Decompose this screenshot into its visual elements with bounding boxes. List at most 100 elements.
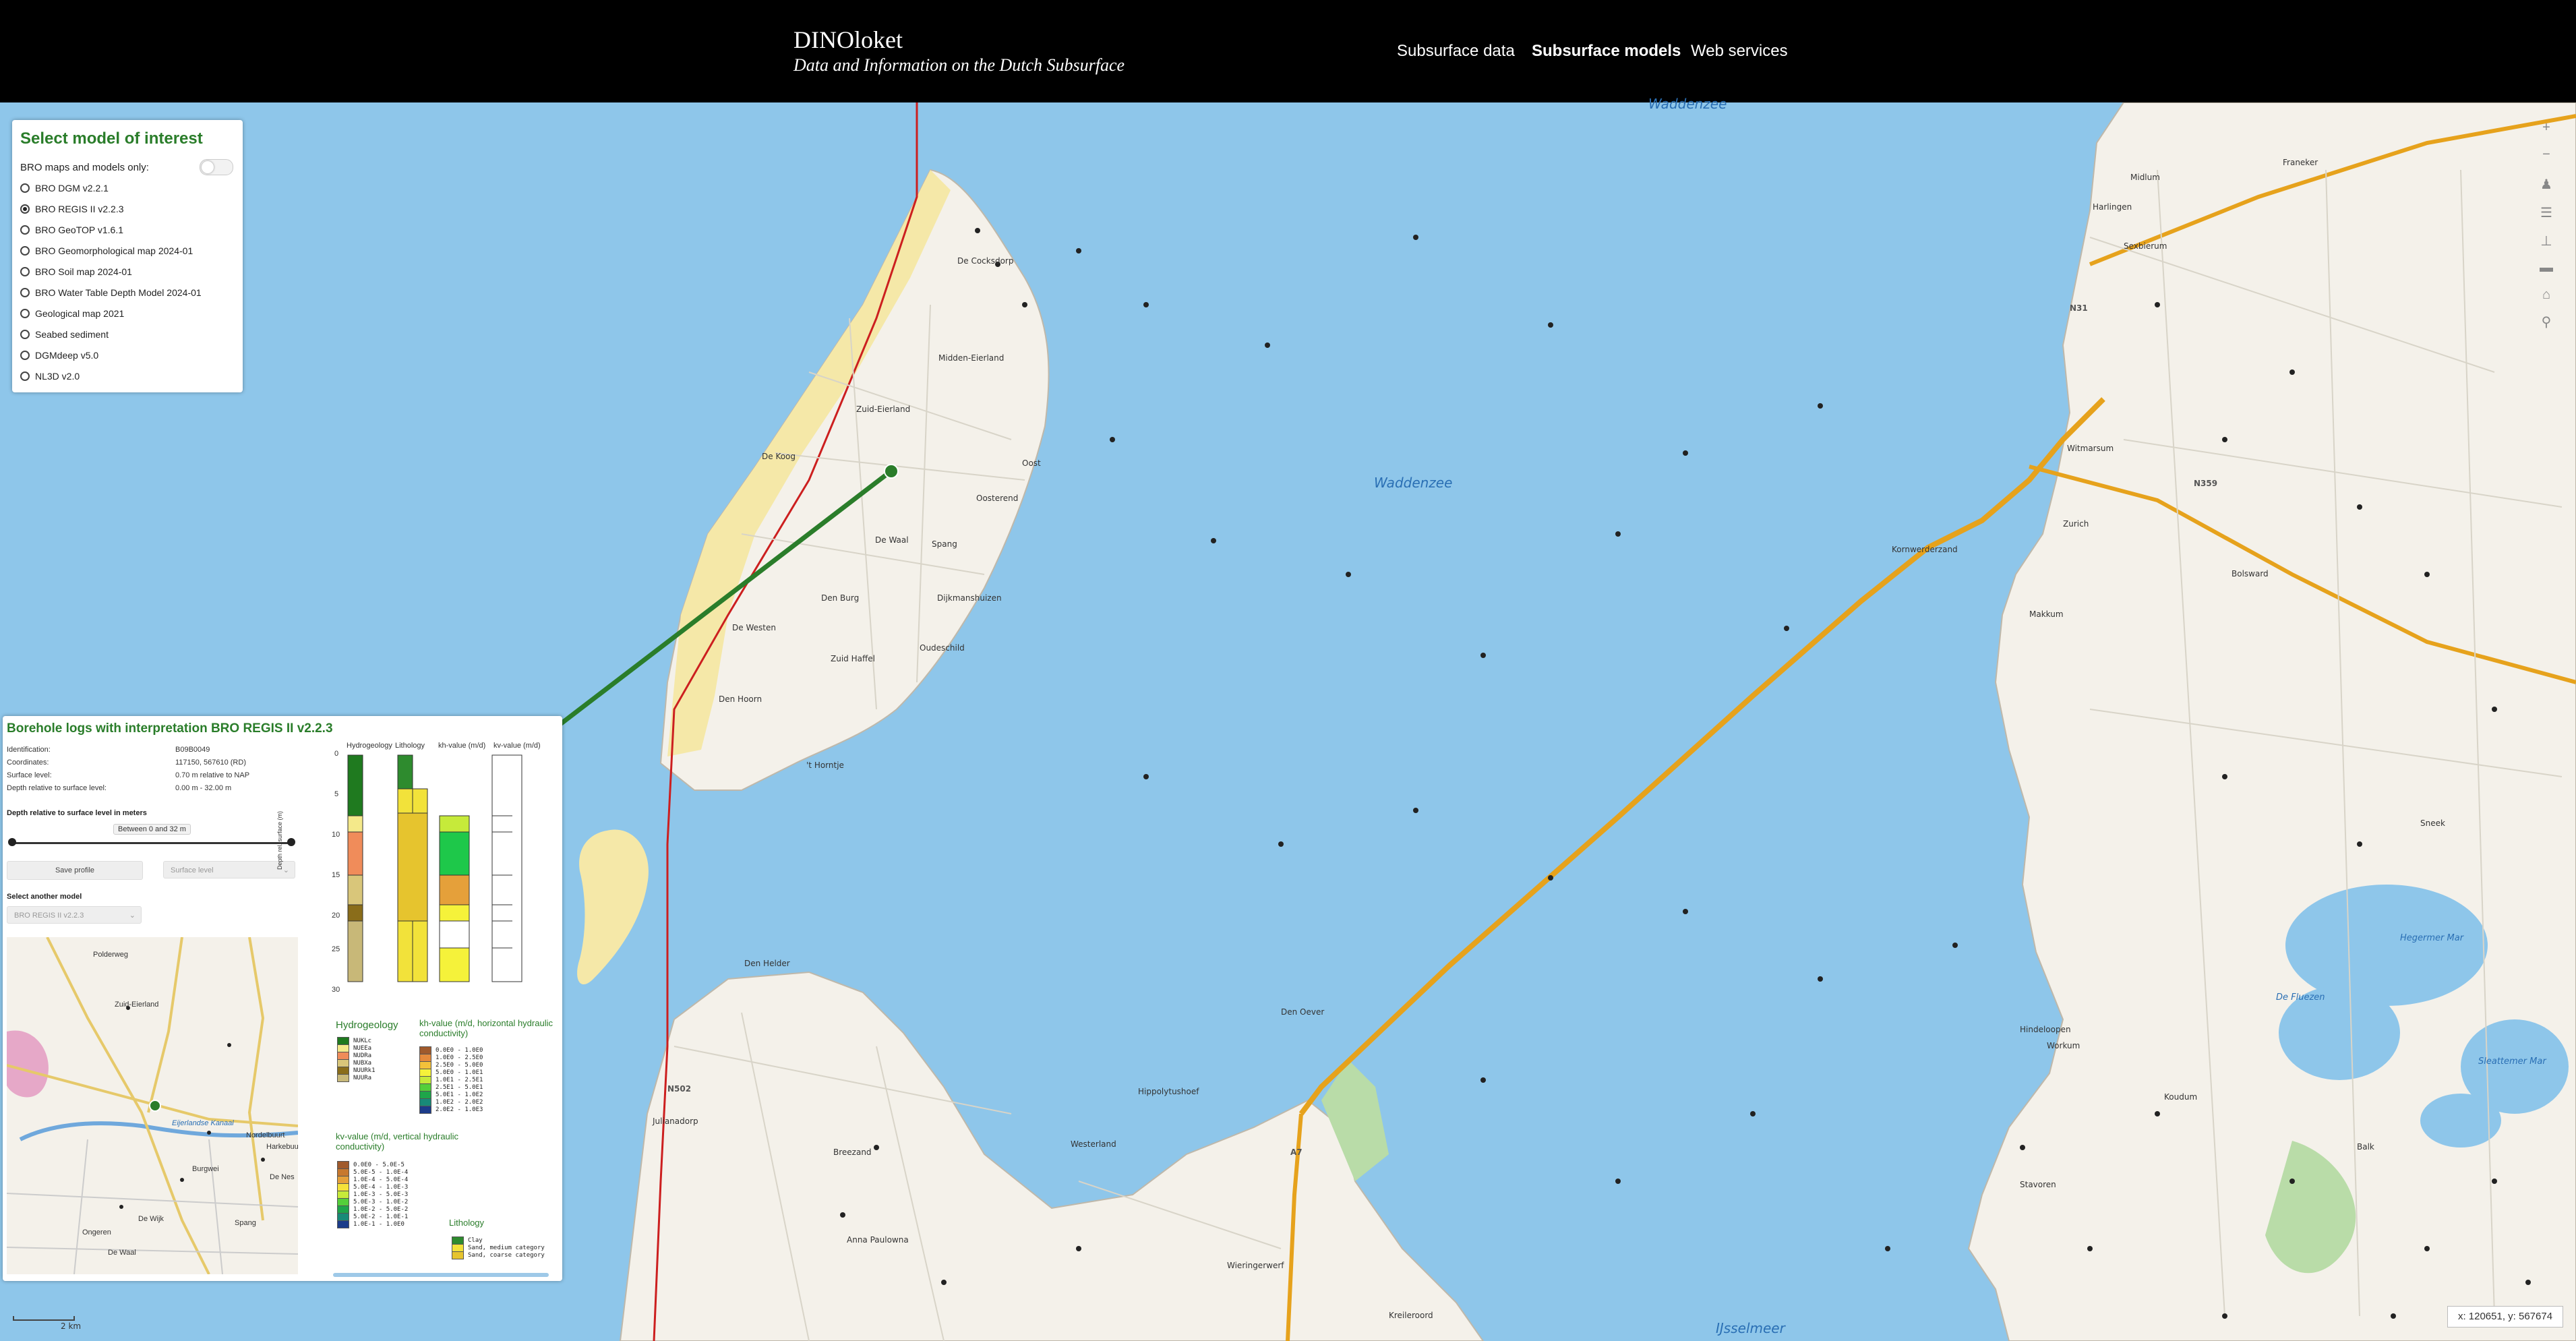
radio-icon[interactable]	[20, 330, 30, 339]
legend-swatch	[337, 1220, 349, 1228]
model-option-dgmdeep[interactable]: DGMdeep v5.0	[20, 347, 98, 363]
legend-swatch	[337, 1074, 349, 1082]
legend-label: 1.0E-3 - 5.0E-3	[353, 1191, 409, 1198]
minimap-label: De Wijk	[138, 1215, 164, 1223]
town-label: Breezand	[833, 1148, 872, 1157]
street-view-icon[interactable]: ♟	[2535, 173, 2558, 196]
nav-web-services[interactable]: Web services	[1691, 42, 1788, 61]
town-label: Workum	[2047, 1041, 2080, 1050]
depth-slider-track[interactable]	[12, 842, 291, 844]
town-label: Zurich	[2063, 519, 2089, 529]
field-value: 117150, 567610 (RD)	[175, 758, 246, 767]
model-option-bro-geotop[interactable]: BRO GeoTOP v1.6.1	[20, 222, 123, 238]
legend-label: 5.0E0 - 1.0E1	[436, 1069, 483, 1076]
legend-label: NUBXa	[353, 1060, 372, 1067]
draw-icon[interactable]: ⌂	[2535, 283, 2558, 306]
hydrogeology-column	[347, 754, 363, 982]
legend-label: NUURk1	[353, 1067, 376, 1074]
nav-subsurface-data[interactable]: Subsurface data	[1397, 42, 1515, 61]
label-waddenzee: Waddenzee	[1374, 475, 1453, 491]
legend-label: 1.0E-1 - 1.0E0	[353, 1221, 405, 1228]
label-hegermer-mar: Hegermer Mar	[2400, 933, 2464, 943]
town-label: Stavoren	[2020, 1180, 2056, 1189]
layers-icon[interactable]: ☰	[2535, 201, 2558, 224]
field-label: Coordinates:	[7, 758, 49, 767]
radio-icon[interactable]	[20, 371, 30, 381]
road-label: N31	[2070, 303, 2088, 313]
model-option-geological-map[interactable]: Geological map 2021	[20, 305, 124, 322]
zoom-in-icon[interactable]: +	[2535, 116, 2558, 139]
radio-icon[interactable]	[20, 309, 30, 318]
legend-item: NUURa	[337, 1074, 371, 1082]
model-option-nl3d[interactable]: NL3D v2.0	[20, 368, 80, 384]
legend-label: 5.0E-4 - 1.0E-3	[353, 1184, 409, 1191]
town-label: Midden-Eierland	[938, 353, 1005, 363]
model-option-water-table[interactable]: BRO Water Table Depth Model 2024-01	[20, 285, 202, 301]
minimap-label: De Waal	[108, 1249, 136, 1257]
town-label: Den Helder	[744, 959, 790, 968]
search-icon[interactable]: ⚲	[2535, 310, 2558, 333]
legend-label: Clay	[468, 1237, 483, 1244]
measure-icon[interactable]: ⊥	[2535, 229, 2558, 252]
column-header-kv: kv-value (m/d)	[493, 742, 541, 750]
depth-slider-min-handle[interactable]	[8, 838, 16, 846]
legend-label: NUEEa	[353, 1045, 372, 1052]
depth-tick: 0	[334, 750, 339, 758]
save-profile-button[interactable]: Save profile	[7, 861, 143, 880]
town-label: Den Oever	[1281, 1007, 1325, 1017]
legend-label: 1.0E-2 - 5.0E-2	[353, 1206, 409, 1213]
legend-label: NUKLc	[353, 1038, 372, 1044]
select-another-model-label: Select another model	[7, 893, 82, 901]
depth-tick: 15	[332, 871, 340, 879]
minimap-label: Burgwei	[192, 1165, 219, 1173]
town-label: Den Hoorn	[719, 694, 762, 704]
radio-selected-icon[interactable]	[20, 204, 30, 214]
column-header-kh: kh-value (m/d)	[438, 742, 486, 750]
radio-icon[interactable]	[20, 267, 30, 276]
radio-icon[interactable]	[20, 225, 30, 235]
site-title[interactable]: DINOloket	[793, 26, 903, 54]
field-label: Surface level:	[7, 771, 52, 779]
model-option-geomorph[interactable]: BRO Geomorphological map 2024-01	[20, 243, 193, 259]
model-option-bro-regis[interactable]: BRO REGIS II v2.2.3	[20, 201, 124, 217]
surface-level-select[interactable]: Surface level ⌄	[163, 861, 295, 878]
depth-slider-max-handle[interactable]	[287, 838, 295, 846]
nav-subsurface-models[interactable]: Subsurface models	[1532, 42, 1681, 61]
field-label: Depth relative to surface level:	[7, 784, 107, 792]
town-label: Spang	[932, 539, 957, 549]
legend-item: 1.0E-1 - 1.0E0	[337, 1220, 405, 1228]
field-label: Identification:	[7, 746, 51, 754]
radio-icon[interactable]	[20, 246, 30, 256]
legend-label: 5.0E1 - 1.0E2	[436, 1092, 483, 1098]
legend-label: 5.0E-3 - 1.0E-2	[353, 1199, 409, 1205]
minimap-label: Spang	[235, 1219, 256, 1227]
legend-label: 5.0E-5 - 1.0E-4	[353, 1169, 409, 1176]
legend-label: 1.0E1 - 2.5E1	[436, 1077, 483, 1083]
legend-label: 1.0E-4 - 5.0E-4	[353, 1176, 409, 1183]
legend-label: 2.5E0 - 5.0E0	[436, 1062, 483, 1069]
kh-column	[439, 815, 470, 982]
scale-bar-label: 2 km	[61, 1321, 82, 1331]
panel-scrollbar[interactable]	[333, 1273, 549, 1277]
radio-icon[interactable]	[20, 351, 30, 360]
town-label: De Waal	[875, 535, 909, 545]
model-option-seabed[interactable]: Seabed sediment	[20, 326, 109, 342]
minimap-label: Zuid-Eierland	[115, 1001, 159, 1009]
label-waddenzee-top: Waddenzee	[1648, 96, 1727, 112]
road-label: N502	[667, 1084, 692, 1094]
town-label: Sneek	[2420, 818, 2445, 828]
model-option-bro-dgm[interactable]: BRO DGM v2.2.1	[20, 180, 109, 196]
zoom-out-icon[interactable]: −	[2535, 143, 2558, 166]
radio-icon[interactable]	[20, 183, 30, 193]
legend-label: 5.0E-2 - 1.0E-1	[353, 1214, 409, 1220]
town-label: Hindeloopen	[2020, 1025, 2071, 1034]
ruler-icon[interactable]: ▬	[2535, 256, 2558, 279]
depth-slider-label: Depth relative to surface level in meter…	[7, 809, 147, 817]
borehole-minimap[interactable]: Zuid-Eierland Eijerlandse Kanaal Nordelb…	[7, 937, 298, 1274]
town-label: Oudeschild	[920, 643, 965, 653]
model-select[interactable]: BRO REGIS II v2.2.3 ⌄	[7, 906, 142, 924]
town-label: Anna Paulowna	[847, 1235, 909, 1245]
radio-icon[interactable]	[20, 288, 30, 297]
bro-only-toggle[interactable]	[200, 159, 233, 175]
model-option-soil-map[interactable]: BRO Soil map 2024-01	[20, 264, 132, 280]
